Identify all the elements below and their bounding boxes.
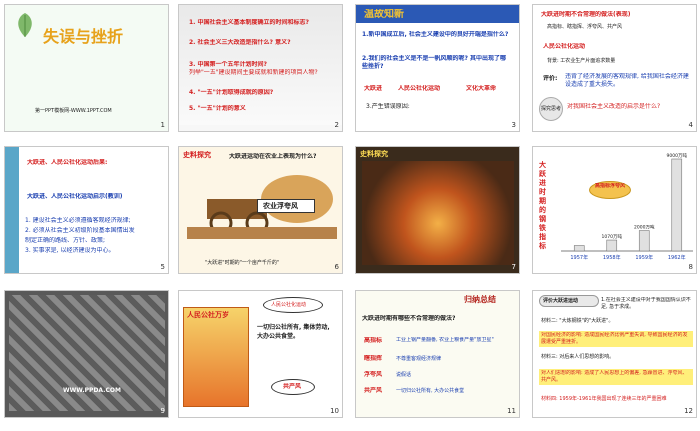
slide-11-value-4: 一切归公社所有, 大办公共食堂 (396, 388, 465, 394)
slide-thumbnail-9[interactable]: WWW.PPDA.COM 9 (4, 290, 169, 418)
slide-4-title: 大跃进时期不合常理的做法(表现) (541, 11, 631, 18)
slide-10-poster (183, 307, 249, 407)
chart-tick-label-2: 1959年 (635, 254, 653, 261)
slide-11-key-2: 瞎指挥 (364, 355, 383, 362)
slide-4-badge-text: 探究思考 (540, 106, 561, 112)
slide-4-eval-label: 评价: (543, 75, 558, 82)
slide-2-item-4: 4. "一五"计划取得成就的原因? (189, 89, 274, 96)
slide-number: 2 (334, 121, 339, 129)
slide-2-item-3-detail: 列举"一五"建设期间主要成就和新建的项目人物? (189, 69, 318, 76)
slide-7-photo (362, 161, 514, 265)
slide-4-subtitle: 人民公社化运动 (543, 43, 586, 50)
slide-number: 8 (688, 263, 693, 271)
slide-7-banner: 史料探究 (360, 150, 388, 158)
slide-number: 5 (160, 263, 165, 271)
slide-3-question-2: 2.我们的社会主义是不是一帆风顺的呢? 其中出现了哪些挫折? (362, 55, 507, 70)
slide-2-item-2: 2. 社会主义三大改造是指什么? 意义? (189, 39, 291, 46)
slide-number: 10 (330, 407, 339, 415)
slide-5-point-2b: 制定正确的路线、方针、政策; (25, 237, 106, 244)
slide-3-tag-3: 文化大革命 (466, 85, 497, 92)
chart-bar-3 (671, 158, 683, 252)
slide-12-line-3: 对国民经济的影响: 造成国民经济比例严重失调, 导致国民经济的发展遭受严重挫折。 (541, 332, 688, 345)
slide-2-item-5: 5. "一五"计划的意义 (189, 105, 246, 112)
slide-number: 7 (511, 263, 516, 271)
slide-5-point-3: 3. 实事求是, 以经济建设为中心。 (25, 247, 115, 254)
slide-8-vertical-label: 大跃进时期的钢铁指标 (539, 161, 546, 250)
chart-data-label-1: 1070万吨 (602, 233, 623, 240)
slide-11-key-3: 浮夸风 (364, 371, 383, 378)
slide-5-side-band (5, 147, 19, 273)
slide-12-line-4: 材料三: 对后来人们思想的影响。 (541, 354, 615, 360)
slide-5-heading-2: 大跃进、人民公社化运动启示(教训) (27, 193, 123, 200)
slide-3-tag-1: 大跃进 (364, 85, 383, 92)
slide-11-value-1: 工业上钢产量翻番, 农业上粮食产量"放卫星" (396, 337, 494, 343)
slide-3-banner: 温故知新 (364, 9, 404, 20)
slide-1-title: 失误与挫折 (43, 27, 124, 46)
slide-number: 3 (511, 121, 516, 129)
slide-6-question: 大跃进运动在农业上表现为什么? (229, 153, 317, 160)
slide-11-key-4: 共产风 (364, 387, 383, 394)
slide-thumbnail-2[interactable]: 1. 中国社会主义基本制度确立的时间和标志? 2. 社会主义三大改造是指什么? … (178, 4, 343, 132)
slide-thumbnail-4[interactable]: 大跃进时期不合常理的做法(表现) 高指标、瞎指挥、浮夸风、共产风 人民公社化运动… (532, 4, 697, 132)
slide-thumbnail-12[interactable]: 评价大跃进运动 1.在社会主义建设中对于我国国情认识不足, 急于求成。 材料二:… (532, 290, 697, 418)
slide-thumbnail-5[interactable]: 大跃进、人民公社化运动后果: 大跃进、人民公社化运动启示(教训) 1. 建设社会… (4, 146, 169, 274)
slide-11-value-2: 不尊重客观经济规律 (396, 356, 442, 362)
slide-thumbnail-8[interactable]: 大跃进时期的钢铁指标 1957年 1958年 1070万吨 1959年 2000万吨 19… (532, 146, 697, 274)
slide-thumbnail-6[interactable]: 史料探究 大跃进运动在农业上表现为什么? 农业浮夸风 "大跃进"时期的"一个亩产… (178, 146, 343, 274)
slide-thumbnail-3[interactable]: 温故知新 1.新中国成立后, 社会主义建设中的良好开端是指什么? 2.我们的社会… (355, 4, 520, 132)
slide-12-line-6: 材料四: 1959年-1961年我国出现了连续三年的严重困难 (541, 396, 667, 402)
slide-number: 12 (684, 407, 693, 415)
slide-9-watermark: WWW.PPDA.COM (63, 387, 121, 394)
slide-12-line-2: 材料二: "大炼钢铁"的"大跃进"。 (541, 318, 614, 324)
slide-6-banner: 史料探究 (183, 151, 211, 159)
chart-tick-label-3: 1962年 (668, 254, 686, 261)
slide-11-key-1: 高指标 (364, 337, 383, 344)
slide-sorter-grid: 失误与挫折 第一PPT模板网-WWW.1PPT.COM 1 1. 中国社会主义基… (0, 0, 700, 431)
slide-4-text-1: 高指标、瞎指挥、浮夸风、共产风 (547, 24, 623, 30)
slide-4-text-2: 背景: 工农业生产片面追求数量 (547, 58, 616, 64)
slide-5-point-2: 2. 必须从社会主义初级阶段基本国情出发 (25, 227, 135, 234)
slide-number: 9 (160, 407, 165, 415)
chart-bar-2 (638, 230, 650, 252)
chart-data-label-2: 2000万吨 (634, 224, 655, 231)
chart-data-label-3: 9000万吨 (667, 152, 688, 159)
slide-4-eval-text: 违背了经济发展的客观规律, 给我国社会经济建设造成了重大损失。 (565, 73, 689, 88)
slide-10-bubble-2-text: 共产风 (283, 383, 302, 390)
slide-6-label: 农业浮夸风 (263, 202, 298, 210)
slide-4-question: 对我国社会主义改造的启示是什么? (567, 103, 661, 110)
slide-12-line-1: 1.在社会主义建设中对于我国国情认识不足, 急于求成。 (601, 297, 691, 310)
slide-5-point-1: 1. 建设社会主义必须遵循客观经济规律; (25, 217, 131, 224)
slide-thumbnail-1[interactable]: 失误与挫折 第一PPT模板网-WWW.1PPT.COM 1 (4, 4, 169, 132)
slide-2-item-3: 3. 中国第一个五年计划时间? (189, 61, 268, 68)
slide-number: 11 (507, 407, 516, 415)
leaf-icon (18, 13, 32, 37)
chart-tick-label-1: 1958年 (603, 254, 621, 261)
steel-output-chart: 1957年 1958年 1070万吨 1959年 2000万吨 1962年 9000万吨 (561, 152, 693, 261)
slide-8-callout-text: 高指标浮夸风 (594, 183, 625, 189)
slide-thumbnail-11[interactable]: 归纳总结 大跃进时期有哪些不合常理的做法? 高指标 工业上钢产量翻番, 农业上粮… (355, 290, 520, 418)
slide-thumbnail-7[interactable]: 史料探究 7 (355, 146, 520, 274)
slide-number: 6 (334, 263, 339, 271)
slide-3-question-1: 1.新中国成立后, 社会主义建设中的良好开端是指什么? (362, 31, 509, 38)
slide-6-caption: "大跃进"时期的"一个亩产千斤的" (205, 260, 280, 266)
slide-2-item-1: 1. 中国社会主义基本制度确立的时间和标志? (189, 19, 310, 26)
slide-12-line-5: 对人们思想的影响: 造成了人民思想上的偏差, 急躁冒进、浮夸风、共产风。 (541, 370, 688, 383)
slide-11-value-3: 说假话 (396, 372, 412, 378)
slide-5-heading-1: 大跃进、人民公社化运动后果: (27, 159, 108, 166)
slide-1-footer: 第一PPT模板网-WWW.1PPT.COM (35, 108, 112, 114)
slide-3-tag-2: 人民公社化运动 (398, 85, 441, 92)
slide-10-poster-text: 人民公社万岁 (187, 311, 229, 319)
slide-12-badge-text: 评价大跃进运动 (543, 298, 579, 304)
chart-tick-label-0: 1957年 (570, 254, 588, 261)
slide-thumbnail-10[interactable]: 人民公社万岁 人民公社化运动 一切归公社所有, 集体劳动, 大办公共食堂。 共产… (178, 290, 343, 418)
slide-number: 4 (688, 121, 693, 129)
slide-10-description: 一切归公社所有, 集体劳动, 大办公共食堂。 (257, 324, 330, 340)
slide-number: 1 (160, 121, 165, 129)
chart-bar-1 (606, 239, 618, 252)
chart-bar-0 (573, 245, 585, 252)
slide-3-question-3: 3.产生错误原因: (366, 103, 410, 110)
slide-11-banner: 归纳总结 (464, 295, 496, 304)
slide-11-question: 大跃进时期有哪些不合常理的做法? (362, 315, 456, 322)
slide-10-bubble-1-text: 人民公社化运动 (271, 302, 307, 308)
